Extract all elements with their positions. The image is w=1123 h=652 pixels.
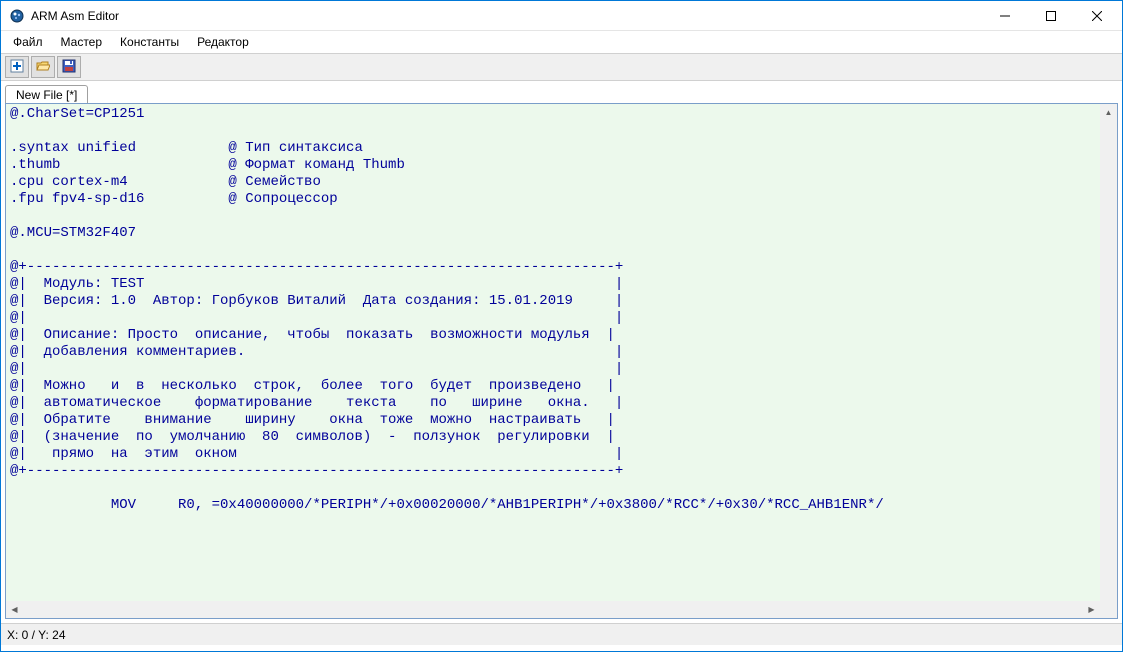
folder-open-icon [36, 59, 50, 76]
editor-area: @.CharSet=CP1251 .syntax unified @ Тип с… [5, 103, 1118, 619]
tab-new-file[interactable]: New File [*] [5, 85, 88, 104]
cursor-position: X: 0 / Y: 24 [7, 628, 66, 642]
maximize-button[interactable] [1028, 1, 1074, 31]
new-file-button[interactable] [5, 56, 29, 78]
code-editor[interactable]: @.CharSet=CP1251 .syntax unified @ Тип с… [6, 104, 1100, 618]
horizontal-scroll-track[interactable] [23, 601, 1083, 618]
minimize-button[interactable] [982, 1, 1028, 31]
scrollbar-corner [1100, 601, 1117, 618]
scroll-left-button[interactable]: ◀ [6, 601, 23, 618]
window-title: ARM Asm Editor [31, 9, 119, 23]
vertical-scrollbar[interactable]: ▲ ▼ [1100, 104, 1117, 618]
save-file-button[interactable] [57, 56, 81, 78]
vertical-scroll-track[interactable] [1100, 121, 1117, 601]
open-file-button[interactable] [31, 56, 55, 78]
titlebar: ARM Asm Editor [1, 1, 1122, 31]
toolbar [1, 53, 1122, 81]
scroll-right-button[interactable]: ▶ [1083, 601, 1100, 618]
menu-master[interactable]: Мастер [53, 33, 111, 51]
menubar: Файл Мастер Константы Редактор [1, 31, 1122, 53]
horizontal-scrollbar[interactable]: ◀ ▶ [6, 601, 1100, 618]
menu-constants[interactable]: Константы [112, 33, 187, 51]
floppy-disk-icon [62, 59, 76, 76]
app-icon [9, 8, 25, 24]
statusbar: X: 0 / Y: 24 [1, 623, 1122, 645]
scroll-up-button[interactable]: ▲ [1100, 104, 1117, 121]
menu-file[interactable]: Файл [5, 33, 51, 51]
plus-icon [10, 59, 24, 76]
close-button[interactable] [1074, 1, 1120, 31]
tabstrip: New File [*] [1, 81, 1122, 103]
menu-editor[interactable]: Редактор [189, 33, 257, 51]
